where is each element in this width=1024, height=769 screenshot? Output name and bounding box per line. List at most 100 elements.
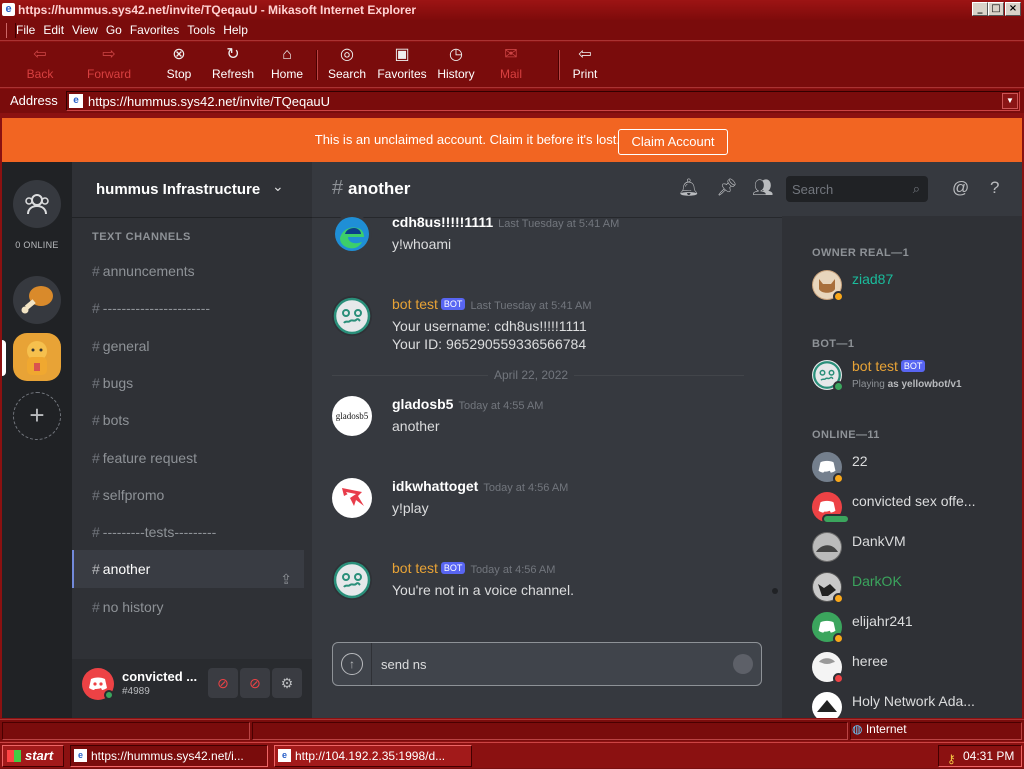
message-author[interactable]: cdh8us!!!!!1111 Last Tuesday at 5:41 AM xyxy=(392,214,619,230)
bot-avatar[interactable] xyxy=(332,560,372,600)
address-url: https://hummus.sys42.net/invite/TQeqauU xyxy=(88,94,331,109)
status-cell xyxy=(252,722,848,740)
maximize-button[interactable]: □ xyxy=(988,2,1004,16)
member-group-header: OWNER REAL—1 xyxy=(812,247,910,259)
gladosb5-avatar[interactable]: gladosb5 xyxy=(332,396,372,436)
message-input[interactable]: send ns xyxy=(381,657,427,672)
key-icon[interactable]: ⚷ xyxy=(947,749,956,769)
refresh-button[interactable]: ↻ Refresh xyxy=(210,46,256,86)
message-timestamp: Last Tuesday at 5:41 AM xyxy=(498,218,620,230)
channel-title: another xyxy=(348,179,411,198)
channel-no-history[interactable]: # no history xyxy=(72,588,304,626)
member-heree[interactable]: heree xyxy=(812,648,1012,688)
history-icon: ◷ xyxy=(449,46,463,63)
member-bot-test[interactable]: bot test BOT Playing as yellowbot/v1 xyxy=(812,356,1012,396)
server-icon-lucky-cat[interactable] xyxy=(13,333,61,381)
member-dankvm[interactable]: DankVM xyxy=(812,528,1012,568)
menu-go[interactable]: Go xyxy=(102,20,126,41)
message-author[interactable]: bot test BOT Last Tuesday at 5:41 AM xyxy=(392,296,592,312)
pin-icon[interactable]: 📌︎ xyxy=(716,178,738,198)
status-bar: ◍ Internet xyxy=(0,719,1024,741)
channel-separator-1[interactable]: # ----------------------- xyxy=(72,289,304,327)
claim-account-button[interactable]: Claim Account xyxy=(618,129,728,155)
home-button[interactable]: ⌂ Home xyxy=(268,46,306,86)
home-button[interactable] xyxy=(13,180,61,228)
idkwhattoget-avatar[interactable] xyxy=(332,478,372,518)
back-button[interactable]: ⇦ Back xyxy=(20,46,60,86)
member-name: bot test BOT xyxy=(852,358,926,374)
member-holy-network[interactable]: Holy Network Ada... xyxy=(812,688,1012,718)
favorites-button[interactable]: ▣ Favorites xyxy=(376,46,428,86)
bell-icon[interactable]: 🔔︎ xyxy=(678,178,700,198)
menu-tools[interactable]: Tools xyxy=(183,20,219,41)
help-icon[interactable]: ? xyxy=(990,178,999,198)
message: bot test BOT Today at 4:56 AM You're not i… xyxy=(332,560,762,604)
message-author[interactable]: bot test BOT Today at 4:56 AM xyxy=(392,560,555,576)
member-convicted[interactable]: convicted sex offe... xyxy=(812,488,1012,528)
menu-view[interactable]: View xyxy=(68,20,102,41)
taskbar-item-hummus[interactable]: e https://hummus.sys42.net/i... xyxy=(70,745,268,767)
member-name: DarkOK xyxy=(852,573,902,589)
forward-button[interactable]: ⇨ Forward xyxy=(84,46,134,86)
channel-annuncements[interactable]: # annuncements xyxy=(72,252,304,290)
user-panel: convicted ... #4989 ⊘ ⊘ ⚙ xyxy=(72,659,312,718)
typing-indicator xyxy=(822,514,850,524)
history-button[interactable]: ◷ History xyxy=(434,46,478,86)
print-button[interactable]: ⇦ Print xyxy=(568,46,602,86)
bot-avatar[interactable] xyxy=(332,296,372,336)
mail-button[interactable]: ✉ Mail xyxy=(496,46,526,86)
scroll-indicator[interactable] xyxy=(772,588,778,594)
zone-indicator: ◍ Internet xyxy=(852,722,907,736)
channel-bots[interactable]: # bots xyxy=(72,401,304,439)
message-author[interactable]: gladosb5 Today at 4:55 AM xyxy=(392,396,543,412)
member-name: heree xyxy=(852,653,888,669)
menu-help[interactable]: Help xyxy=(219,20,252,41)
dnd-status-dot xyxy=(833,673,844,684)
taskbar-item-ip[interactable]: e http://104.192.2.35:1998/d... xyxy=(274,745,472,767)
menu-file[interactable]: File xyxy=(12,20,39,41)
channel-selfpromo[interactable]: # selfpromo xyxy=(72,476,304,514)
minimize-button[interactable]: _ xyxy=(972,2,988,16)
deafen-button[interactable]: ⊘ xyxy=(240,668,270,698)
address-input[interactable]: e https://hummus.sys42.net/invite/TQeqau… xyxy=(66,91,1020,111)
forward-arrow-icon: ⇨ xyxy=(102,46,116,63)
status-cell xyxy=(2,722,250,740)
hash-icon: # xyxy=(332,177,344,199)
category-text-channels[interactable]: TEXT CHANNELS xyxy=(92,231,191,243)
message-content: Your username: cdh8us!!!!!1111 xyxy=(392,318,587,334)
add-server-button[interactable]: + xyxy=(13,392,61,440)
member-ziad87[interactable]: ziad87 xyxy=(812,266,1012,306)
search-input[interactable]: Search ⌕ xyxy=(786,176,928,202)
channel-bugs[interactable]: # bugs xyxy=(72,364,304,402)
server-icon-drumstick[interactable] xyxy=(13,276,61,324)
online-status-dot xyxy=(833,381,844,392)
channel-general[interactable]: # general xyxy=(72,327,304,365)
address-dropdown-icon[interactable]: ▼ xyxy=(1002,93,1018,109)
channel-feature-request[interactable]: # feature request xyxy=(72,439,304,477)
mentions-icon[interactable]: @ xyxy=(952,178,969,198)
stop-button[interactable]: ⊗ Stop xyxy=(160,46,198,86)
edge-logo-avatar[interactable] xyxy=(332,214,372,254)
menu-favorites[interactable]: Favorites xyxy=(126,20,183,41)
member-22[interactable]: 22 xyxy=(812,448,1012,488)
message-author[interactable]: idkwhattoget Today at 4:56 AM xyxy=(392,478,568,494)
member-elijahr241[interactable]: elijahr241 xyxy=(812,608,1012,648)
server-header[interactable]: hummus Infrastructure ⌄ xyxy=(72,162,312,218)
mute-button[interactable]: ⊘ xyxy=(208,668,238,698)
upload-button[interactable]: ↑ xyxy=(341,653,363,675)
emoji-icon[interactable] xyxy=(733,654,753,674)
user-settings-button[interactable]: ⚙ xyxy=(272,668,302,698)
member-list-icon[interactable]: 👥︎ xyxy=(752,178,774,198)
channel-another[interactable]: # another ⇪ xyxy=(72,550,304,588)
back-arrow-icon: ⇦ xyxy=(33,46,47,63)
message-composer[interactable]: ↑ send ns xyxy=(332,642,762,686)
member-group-header: BOT—1 xyxy=(812,338,855,350)
search-button[interactable]: ◎ Search xyxy=(326,46,368,86)
member-darkok[interactable]: DarkOK xyxy=(812,568,1012,608)
banner-text: This is an unclaimed account. Claim it b… xyxy=(314,132,620,147)
plus-icon: + xyxy=(29,400,45,430)
start-button[interactable]: . start xyxy=(2,745,64,767)
close-button[interactable]: × xyxy=(1005,2,1021,16)
channel-tests-separator[interactable]: # ---------tests--------- xyxy=(72,513,304,551)
menu-edit[interactable]: Edit xyxy=(39,20,68,41)
